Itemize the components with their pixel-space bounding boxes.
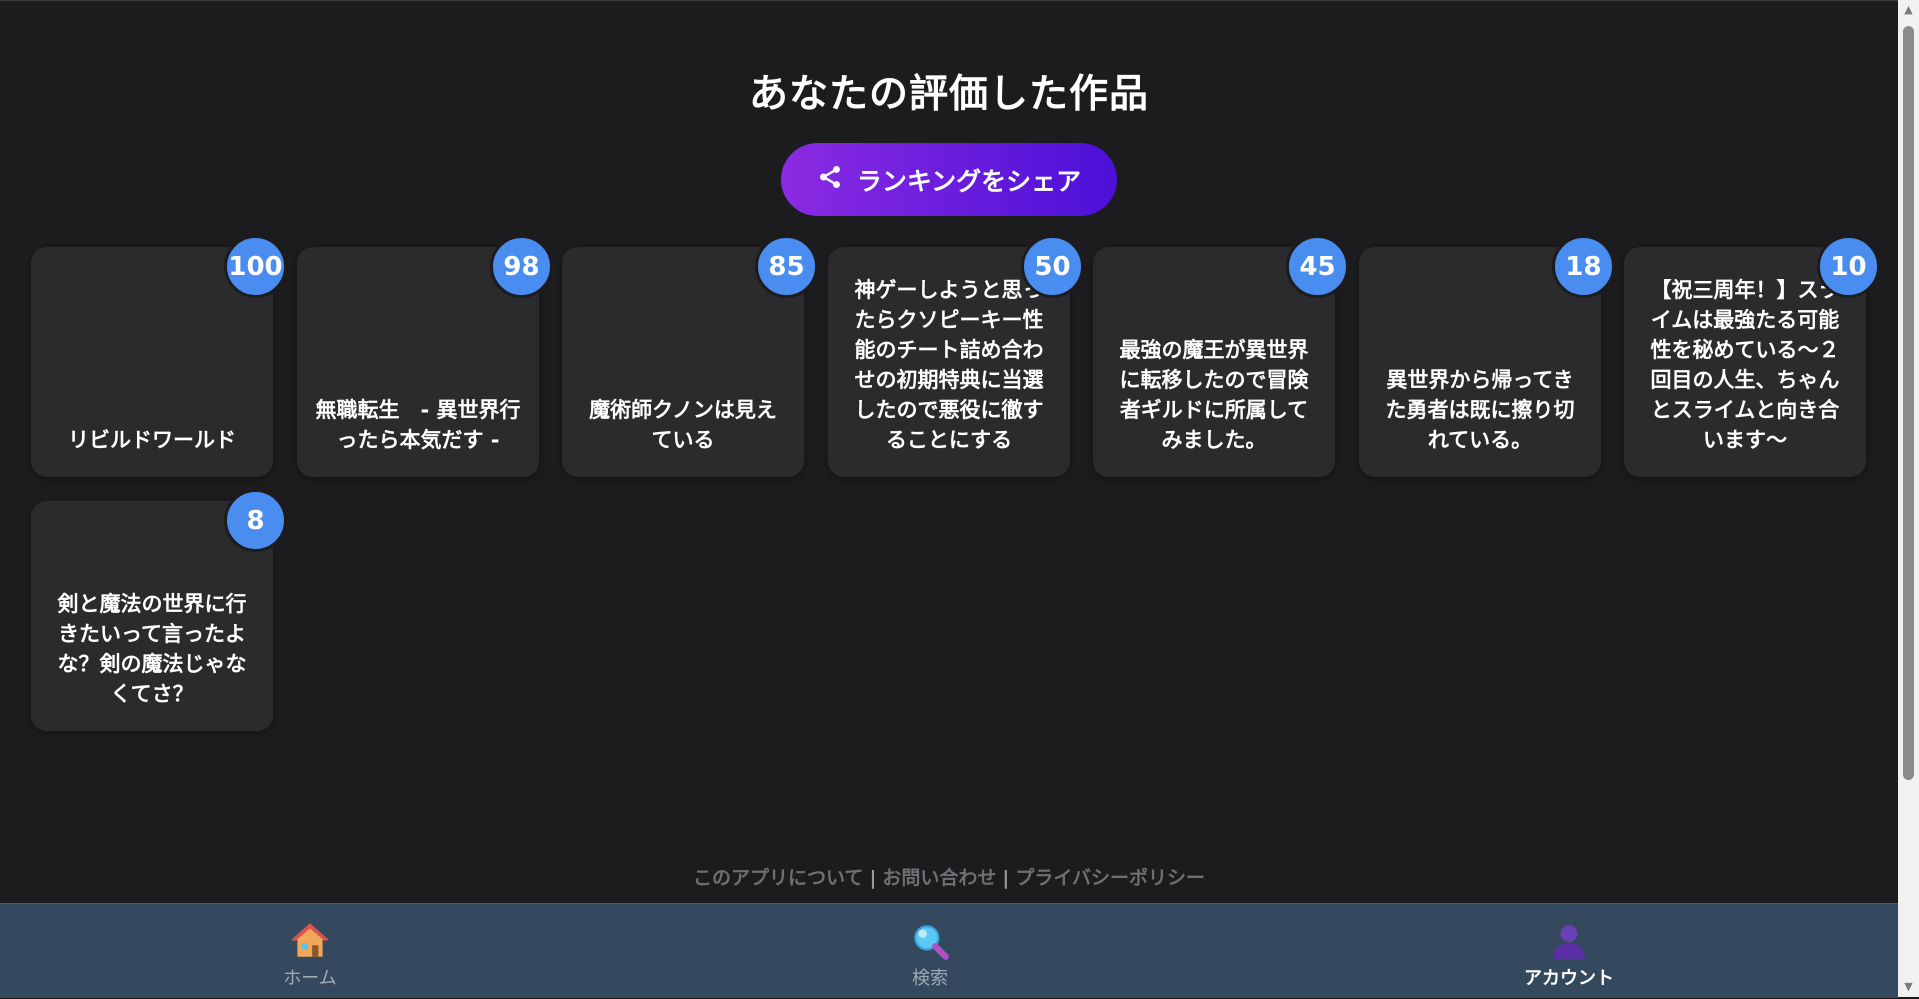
nav-account-label: アカウント [1524, 967, 1614, 989]
house-icon [291, 922, 329, 957]
score-badge: 45 [1286, 235, 1349, 298]
score-badge: 100 [224, 235, 287, 298]
work-title: 剣と魔法の世界に行きたいって言ったよな？剣の魔法じゃなくてさ？ [57, 592, 247, 706]
share-ranking-button[interactable]: ランキングをシェア [781, 143, 1117, 216]
work-card[interactable]: 無職転生 - 異世界行ったら本気だす - 98 [297, 235, 553, 477]
nav-home-label: ホーム [283, 967, 337, 989]
bottom-nav: ホーム 検索 アカウント [0, 903, 1898, 998]
vertical-scrollbar[interactable]: ▲ ▼ [1898, 0, 1919, 997]
nav-search-label: 検索 [912, 967, 948, 989]
work-title: 異世界から帰ってきた勇者は既に擦り切れている。 [1385, 368, 1575, 452]
work-card[interactable]: 【祝三周年！】スライムは最強たる可能性を秘めている〜２回目の人生、ちゃんとスライ… [1624, 235, 1880, 477]
work-title: 神ゲーしようと思ったらクソピーキー性能のチート詰め合わせの初期特典に当選したので… [854, 278, 1044, 452]
work-card[interactable]: 神ゲーしようと思ったらクソピーキー性能のチート詰め合わせの初期特典に当選したので… [828, 235, 1084, 477]
scroll-down-arrow-icon[interactable]: ▼ [1902, 980, 1915, 993]
about-link[interactable]: このアプリについて [693, 867, 863, 889]
score-badge: 8 [224, 489, 287, 552]
page: あなたの評価した作品 ランキングをシェア リビルドワールド 100 無職転生 -… [0, 0, 1898, 998]
nav-home[interactable]: ホーム [210, 904, 410, 999]
scroll-up-arrow-icon[interactable]: ▲ [1902, 3, 1915, 16]
work-card[interactable]: リビルドワールド 100 [31, 235, 287, 477]
nav-account[interactable]: アカウント [1469, 904, 1669, 999]
work-title: リビルドワールド [68, 428, 236, 452]
work-title: 魔術師クノンは見えている [589, 398, 777, 452]
score-badge: 50 [1021, 235, 1084, 298]
footer-separator: | [1002, 867, 1010, 889]
work-title: 無職転生 - 異世界行ったら本気だす - [315, 398, 521, 452]
score-badge: 85 [755, 235, 818, 298]
footer-separator: | [869, 867, 877, 889]
share-button-label: ランキングをシェア [856, 166, 1082, 196]
score-badge: 10 [1817, 235, 1880, 298]
scrollbar-thumb[interactable] [1903, 26, 1914, 780]
page-title: あなたの評価した作品 [748, 72, 1149, 117]
share-icon [817, 164, 843, 196]
work-title: 最強の魔王が異世界に転移したので冒険者ギルドに所属してみました。 [1119, 338, 1309, 452]
footer-links: このアプリについて | お問い合わせ | プライバシーポリシー [0, 863, 1898, 890]
work-card[interactable]: 最強の魔王が異世界に転移したので冒険者ギルドに所属してみました。 45 [1093, 235, 1349, 477]
nav-search[interactable]: 検索 [830, 904, 1030, 999]
work-card[interactable]: 魔術師クノンは見えている 85 [562, 235, 818, 477]
user-icon [1553, 924, 1585, 959]
work-card[interactable]: 異世界から帰ってきた勇者は既に擦り切れている。 18 [1359, 235, 1615, 477]
score-badge: 18 [1552, 235, 1615, 298]
score-badge: 98 [490, 235, 553, 298]
privacy-policy-link[interactable]: プライバシーポリシー [1015, 867, 1205, 889]
work-title: 【祝三周年！】スライムは最強たる可能性を秘めている〜２回目の人生、ちゃんとスライ… [1650, 278, 1840, 452]
contact-link[interactable]: お問い合わせ [882, 867, 996, 889]
work-card[interactable]: 剣と魔法の世界に行きたいって言ったよな？剣の魔法じゃなくてさ？ 8 [31, 489, 287, 731]
magnifier-icon [914, 924, 949, 960]
